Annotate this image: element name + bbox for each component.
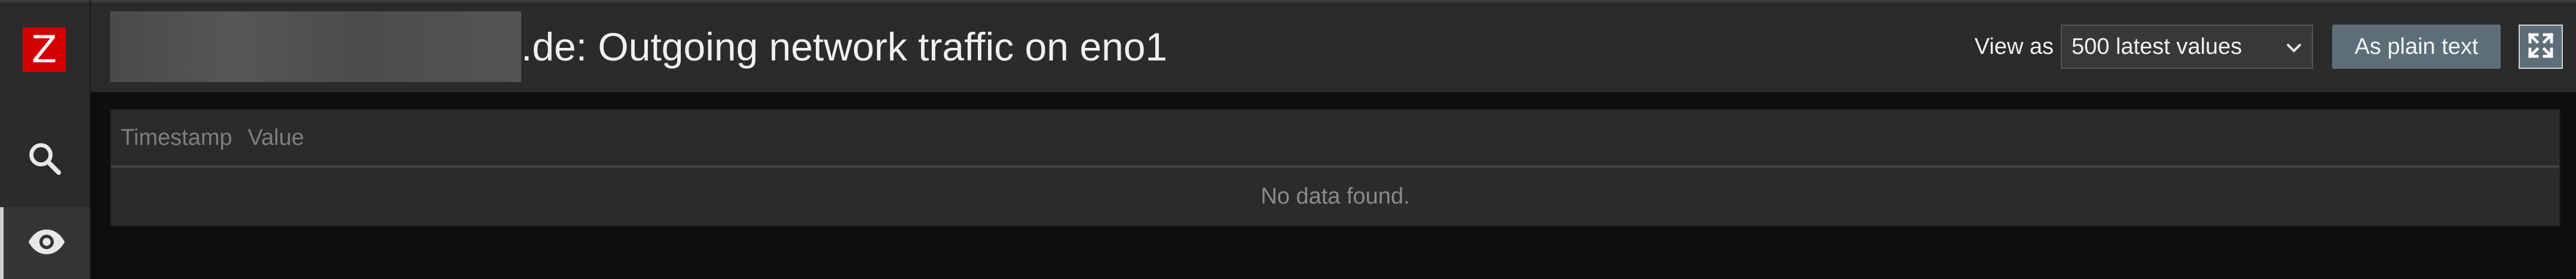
sidebar: Z — [0, 0, 91, 279]
view-as-selected-value: 500 latest values — [2072, 34, 2242, 59]
eye-icon — [27, 222, 66, 265]
sidebar-item-monitoring[interactable] — [0, 207, 90, 279]
redacted-hostname — [110, 11, 521, 82]
app-window: Z .de: Outgoing network traffic on eno1 … — [0, 0, 2576, 279]
fullscreen-button[interactable] — [2519, 25, 2563, 69]
table-header: Timestamp Value — [111, 110, 2559, 168]
as-plain-text-button[interactable]: As plain text — [2332, 25, 2501, 69]
view-as-label: View as — [1974, 34, 2054, 59]
column-header-value[interactable]: Value — [248, 125, 304, 151]
logo-area: Z — [0, 0, 90, 93]
logo-letter: Z — [31, 28, 57, 71]
search-icon — [26, 140, 63, 180]
chevron-down-icon — [2286, 34, 2302, 60]
column-header-timestamp[interactable]: Timestamp — [121, 125, 232, 151]
page-title: .de: Outgoing network traffic on eno1 — [521, 25, 1168, 69]
header-controls: View as 500 latest values As plain text — [1975, 24, 2563, 69]
view-as-select[interactable]: 500 latest values — [2061, 25, 2313, 69]
page-header: .de: Outgoing network traffic on eno1 Vi… — [91, 0, 2576, 92]
empty-message: No data found. — [1261, 183, 1410, 209]
sidebar-item-search[interactable] — [0, 120, 90, 200]
zabbix-logo[interactable]: Z — [23, 28, 66, 72]
fullscreen-icon — [2526, 31, 2555, 63]
history-table: Timestamp Value No data found. — [110, 109, 2560, 226]
title-row: .de: Outgoing network traffic on eno1 — [110, 11, 1167, 83]
